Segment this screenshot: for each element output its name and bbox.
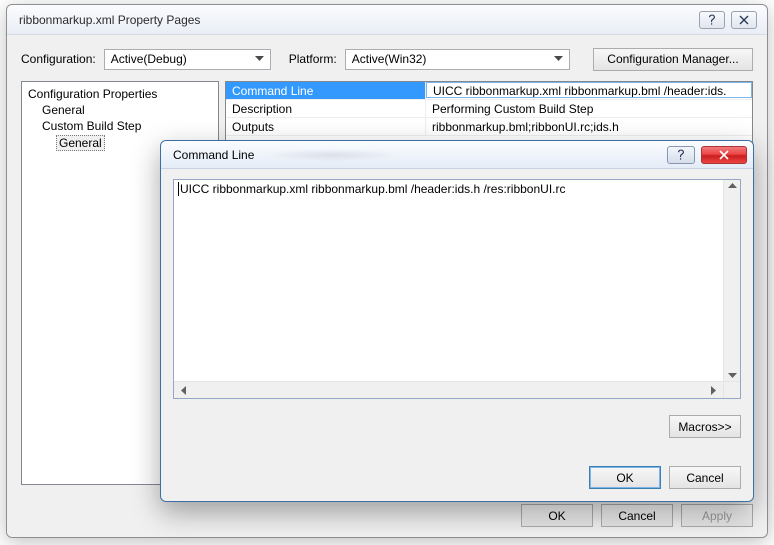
configuration-value: Active(Debug) [111,52,252,66]
dialog-buttons: OK Cancel [589,466,741,489]
configuration-manager-button[interactable]: Configuration Manager... [593,48,753,71]
property-row[interactable]: Description Performing Custom Build Step [226,100,752,118]
ok-button[interactable]: OK [521,504,593,527]
help-icon [676,149,686,161]
close-button[interactable] [731,11,757,29]
horizontal-scrollbar[interactable] [174,381,723,398]
configuration-manager-label: Configuration Manager... [607,52,738,66]
config-toolbar: Configuration: Active(Debug) Platform: A… [21,47,753,71]
tree-node-general[interactable]: General [24,102,216,118]
scroll-right-arrow[interactable] [707,386,721,395]
cancel-button[interactable]: Cancel [601,504,673,527]
scroll-left-arrow[interactable] [176,386,190,395]
dialog-close-button[interactable] [701,146,747,164]
close-icon [739,15,749,25]
tree-root[interactable]: Configuration Properties [24,86,216,102]
macros-row: Macros>> [669,415,741,438]
macros-button[interactable]: Macros>> [669,415,741,438]
window-title: ribbonmarkup.xml Property Pages [19,13,693,27]
chevron-down-icon [551,51,567,68]
property-row[interactable]: Outputs ribbonmarkup.bml;ribbonUI.rc;ids… [226,118,752,136]
titlebar[interactable]: ribbonmarkup.xml Property Pages [7,5,767,35]
dialog-buttons: OK Cancel Apply [521,504,753,527]
dialog-client: UICC ribbonmarkup.xml ribbonmarkup.bml /… [161,169,753,501]
property-name: Description [226,100,426,117]
dialog-titlebar[interactable]: Command Line [161,141,753,169]
property-value[interactable]: UICC ribbonmarkup.xml ribbonmarkup.bml /… [426,82,752,98]
help-icon [707,14,717,26]
scroll-down-arrow[interactable] [725,373,739,379]
apply-button[interactable]: Apply [681,504,753,527]
text-caret [178,182,179,196]
property-value[interactable]: Performing Custom Build Step [426,100,752,117]
scroll-up-arrow[interactable] [725,182,739,188]
configuration-label: Configuration: [21,52,96,66]
command-line-text[interactable]: UICC ribbonmarkup.xml ribbonmarkup.bml /… [174,180,723,381]
property-name: Outputs [226,118,426,135]
configuration-combo[interactable]: Active(Debug) [104,49,271,70]
platform-combo[interactable]: Active(Win32) [345,49,570,70]
close-icon [718,150,730,160]
command-line-dialog: Command Line UICC ribbonmarkup.xml ribbo… [160,140,754,502]
scroll-corner [723,381,740,398]
property-value[interactable]: ribbonmarkup.bml;ribbonUI.rc;ids.h [426,118,752,135]
titlebar-decor [262,149,402,161]
dialog-help-button[interactable] [667,146,695,164]
platform-value: Active(Win32) [352,52,551,66]
dialog-cancel-button[interactable]: Cancel [669,466,741,489]
property-name: Command Line [226,82,426,99]
platform-label: Platform: [289,52,337,66]
dialog-ok-button[interactable]: OK [589,466,661,489]
vertical-scrollbar[interactable] [723,180,740,381]
tree-selected-item: General [56,135,105,151]
dialog-title: Command Line [173,148,254,162]
help-button[interactable] [699,11,725,29]
tree-node-custom-build-step[interactable]: Custom Build Step [24,118,216,134]
chevron-down-icon [252,51,268,68]
command-line-textbox[interactable]: UICC ribbonmarkup.xml ribbonmarkup.bml /… [173,179,741,399]
property-row[interactable]: Command Line UICC ribbonmarkup.xml ribbo… [226,82,752,100]
